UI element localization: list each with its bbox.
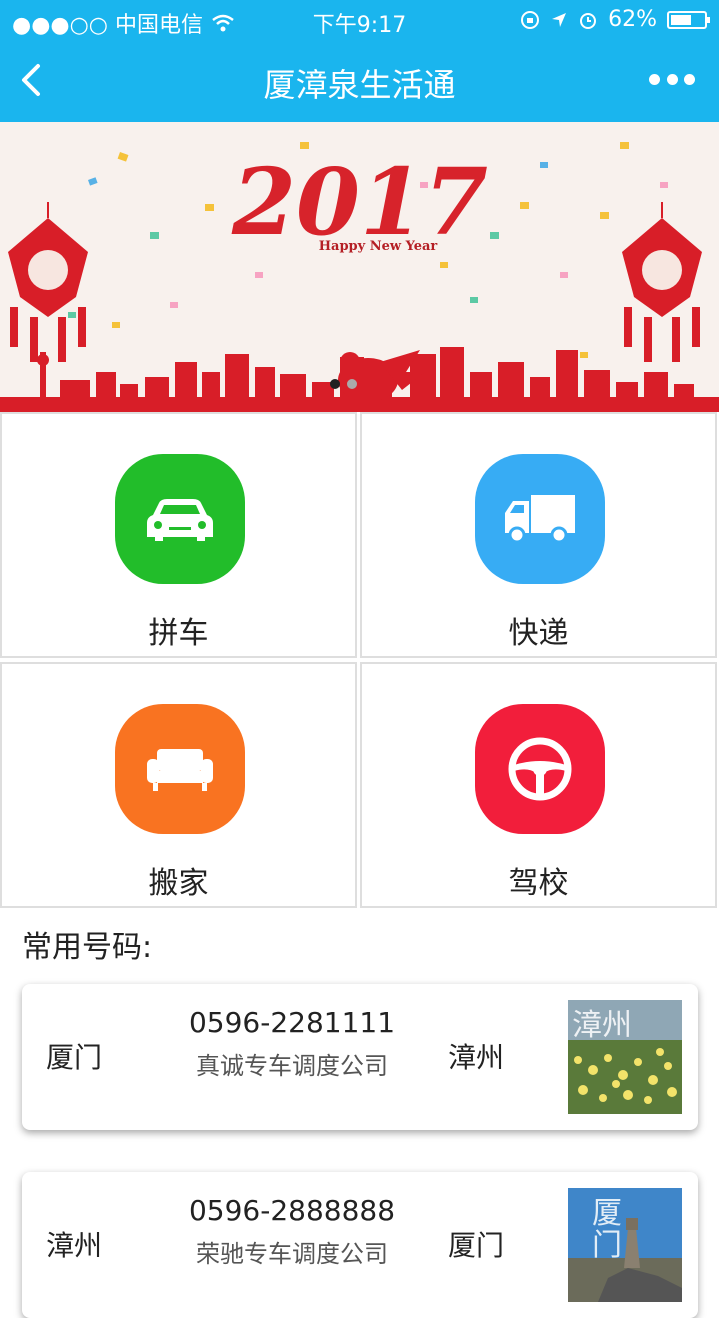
carousel-dot[interactable] (347, 379, 357, 389)
destination-thumbnail: 厦门 (568, 1188, 682, 1302)
contact-from: 厦门 (46, 1041, 103, 1074)
contact-to: 漳州 (448, 1041, 505, 1074)
rotation-lock-icon (521, 10, 540, 29)
banner-artwork: 2017 Happy New Year (0, 142, 719, 412)
service-driving-school[interactable]: 驾校 (360, 662, 717, 908)
thumbnail-label: 厦门 (592, 1196, 622, 1263)
new-year-banner[interactable]: 2017 Happy New Year (0, 122, 719, 412)
steering-wheel-icon (508, 737, 572, 801)
contact-phone[interactable]: 0596-2281111 (172, 1006, 412, 1039)
service-carpool[interactable]: 拼车 (0, 412, 357, 658)
contact-card[interactable]: 漳州 0596-2888888 荣驰专车调度公司 厦门 厦门 (22, 1172, 698, 1318)
battery-percent: 62% (608, 7, 657, 32)
destination-thumbnail: 漳州 (568, 1000, 682, 1114)
service-label: 快递 (508, 616, 569, 651)
service-express[interactable]: 快递 (360, 412, 717, 658)
section-title: 常用号码: (22, 930, 153, 965)
contact-to: 厦门 (448, 1229, 505, 1262)
service-icon-bg (475, 704, 605, 834)
service-grid: 拼车 快递 搬家 驾校 (0, 412, 719, 910)
alarm-icon (580, 12, 597, 29)
lantern-left (8, 202, 88, 362)
service-icon-bg (115, 454, 245, 584)
service-label: 拼车 (148, 616, 209, 651)
carousel-dot-active[interactable] (330, 379, 340, 389)
truck-icon (505, 495, 575, 544)
nav-bar: 厦漳泉生活通 (0, 40, 719, 122)
banner-tagline: Happy New Year (319, 239, 438, 254)
contact-company: 真诚专车调度公司 (196, 1052, 388, 1080)
car-icon (147, 499, 213, 541)
contact-card[interactable]: 厦门 0596-2281111 真诚专车调度公司 漳州 漳州 (22, 984, 698, 1130)
service-icon-bg (115, 704, 245, 834)
thumbnail-label: 漳州 (572, 1008, 632, 1043)
contact-phone[interactable]: 0596-2888888 (172, 1194, 412, 1227)
page-title: 厦漳泉生活通 (263, 66, 456, 104)
service-icon-bg (475, 454, 605, 584)
service-moving[interactable]: 搬家 (0, 662, 357, 908)
location-icon (552, 12, 567, 27)
more-dots-icon[interactable] (649, 72, 695, 86)
contact-from: 漳州 (46, 1229, 103, 1262)
service-label: 驾校 (508, 866, 569, 901)
contact-company: 荣驰专车调度公司 (196, 1240, 388, 1268)
battery-icon (667, 10, 710, 29)
sofa-icon (147, 749, 213, 791)
status-bar: ●●●○○ 中国电信 下午9:17 62% (0, 0, 719, 40)
service-label: 搬家 (148, 866, 209, 901)
lantern-right (622, 202, 702, 362)
